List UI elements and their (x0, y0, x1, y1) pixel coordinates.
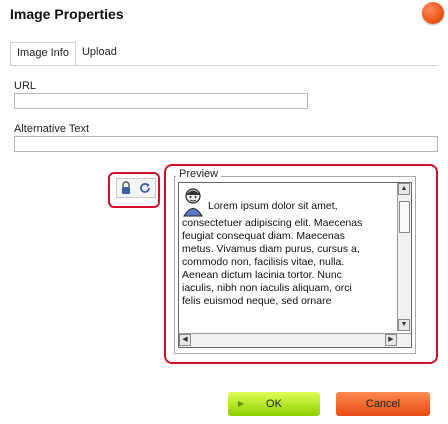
preview-image-icon (182, 187, 204, 217)
preview-legend: Preview (176, 168, 222, 180)
preview-line: commodo non, facilisis vitae, nulla. (182, 256, 345, 268)
scroll-thumb[interactable] (399, 201, 410, 233)
url-input[interactable] (14, 93, 308, 109)
arrow-right-icon: ▶ (238, 399, 245, 408)
tab-upload[interactable]: Upload (76, 42, 123, 66)
preview-line: felis euismod neque, sed ornare (182, 295, 332, 307)
ok-button[interactable]: ▶ OK (228, 392, 320, 416)
preview-box: Lorem ipsum dolor sit amet, consectetuer… (178, 182, 412, 348)
tab-image-info[interactable]: Image Info (10, 42, 76, 66)
preview-vertical-scrollbar[interactable]: ▲ ▼ (397, 183, 411, 331)
lock-icon[interactable] (120, 181, 132, 195)
reset-size-icon[interactable] (138, 181, 152, 195)
preview-line: Lorem ipsum dolor sit amet, (208, 200, 338, 212)
tab-divider (10, 65, 438, 66)
url-label: URL (14, 80, 37, 92)
preview-line: consectetuer adipiscing elit. Maecenas (182, 217, 363, 229)
dialog-title: Image Properties (10, 6, 124, 22)
preview-line: metus. Vivamus diam purus, cursus a, (182, 243, 360, 255)
scroll-right-arrow-icon[interactable]: ▶ (385, 334, 397, 346)
scroll-down-arrow-icon[interactable]: ▼ (398, 319, 410, 331)
alt-text-label: Alternative Text (14, 123, 90, 135)
preview-line: feugiat consequat diam. Maecenas (182, 230, 345, 242)
cancel-label: Cancel (365, 398, 401, 410)
preview-line: iaculis, nibh non iaculis aliquam, orci (182, 282, 352, 294)
alt-text-input[interactable] (14, 136, 438, 152)
cancel-button[interactable]: Cancel (336, 392, 430, 416)
ok-label: OK (266, 398, 282, 410)
tab-bar: Image Info Upload (10, 42, 123, 66)
preview-line: Aenean dictum lacinia tortor. Nunc (182, 269, 342, 281)
close-button[interactable] (422, 2, 444, 24)
preview-horizontal-scrollbar[interactable]: ◀ ▶ (179, 333, 411, 347)
preview-content: Lorem ipsum dolor sit amet, consectetuer… (179, 183, 397, 331)
scroll-up-arrow-icon[interactable]: ▲ (398, 183, 410, 195)
scroll-left-arrow-icon[interactable]: ◀ (179, 334, 191, 346)
